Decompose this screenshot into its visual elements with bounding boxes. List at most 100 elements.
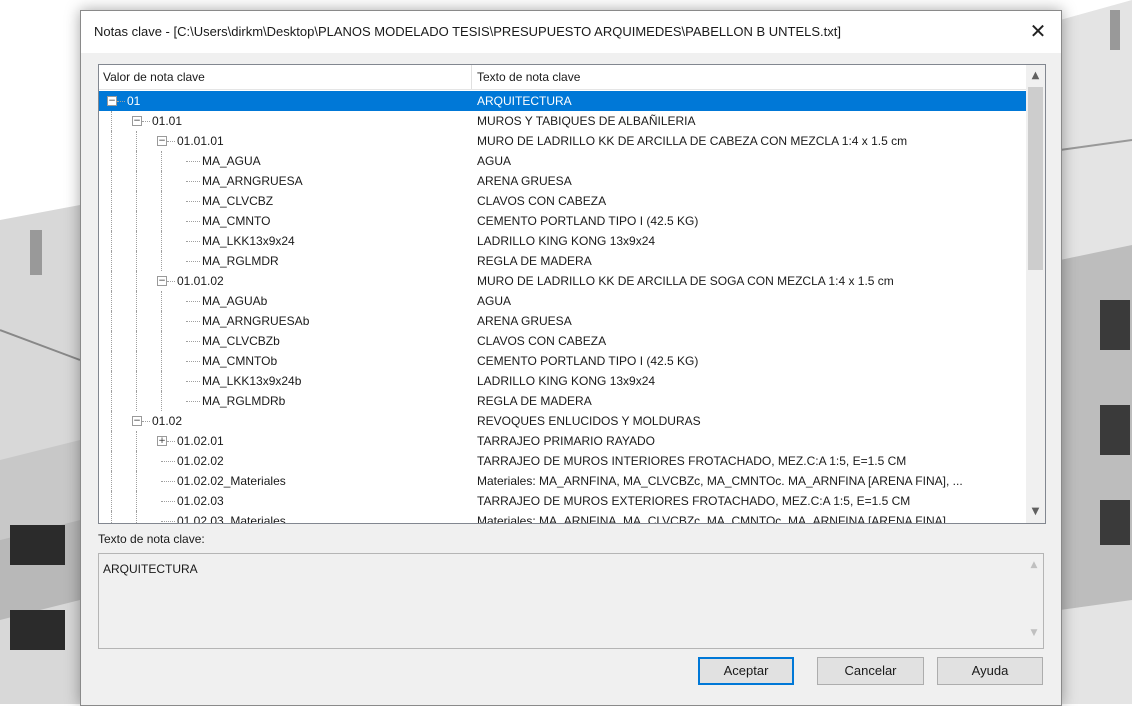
tree-connector bbox=[161, 501, 175, 502]
keynote-key: 01.02.02 bbox=[177, 454, 224, 468]
tree-guide-line bbox=[136, 211, 137, 231]
scrollbar-thumb[interactable] bbox=[1028, 87, 1043, 270]
tree-row[interactable]: −01.02 REVOQUES ENLUCIDOS Y MOLDURAS bbox=[99, 411, 1026, 431]
keynote-key: 01 bbox=[127, 94, 141, 108]
keynote-key: MA_LKK13x9x24 bbox=[202, 234, 295, 248]
tree-row[interactable]: −01.01.02 MURO DE LADRILLO KK DE ARCILLA … bbox=[99, 271, 1026, 291]
tree-row[interactable]: MA_AGUA AGUA bbox=[99, 151, 1026, 171]
tree-connector bbox=[186, 361, 200, 362]
keynote-text: MURO DE LADRILLO KK DE ARCILLA DE CABEZA… bbox=[477, 134, 908, 148]
collapse-icon[interactable]: − bbox=[157, 136, 167, 146]
tree-connector bbox=[161, 461, 175, 462]
tree-connector bbox=[167, 441, 175, 442]
tree-guide-line bbox=[136, 191, 137, 211]
tree-guide-line bbox=[161, 171, 162, 191]
tree-guide-line bbox=[161, 351, 162, 371]
tree-guide-line bbox=[111, 291, 112, 311]
tree-connector bbox=[186, 301, 200, 302]
keynote-text: AGUA bbox=[477, 294, 512, 308]
keynote-text: Materiales: MA_ARNFINA, MA_CLVCBZc, MA_C… bbox=[477, 514, 946, 524]
tree-row[interactable]: +01.02.01 TARRAJEO PRIMARIO RAYADO bbox=[99, 431, 1026, 451]
detail-label: Texto de nota clave: bbox=[98, 532, 205, 546]
tree-connector bbox=[186, 201, 200, 202]
tree-guide-line bbox=[111, 251, 112, 271]
tree-guide-line bbox=[136, 371, 137, 391]
tree-row[interactable]: MA_CMNTO CEMENTO PORTLAND TIPO I (42.5 KG… bbox=[99, 211, 1026, 231]
tree-guide-line bbox=[161, 231, 162, 251]
tree-guide-line bbox=[136, 131, 137, 151]
tree-row[interactable]: −01.01.01 MURO DE LADRILLO KK DE ARCILLA … bbox=[99, 131, 1026, 151]
tree-guide-line bbox=[111, 311, 112, 331]
vertical-scrollbar[interactable]: ▲ ▼ bbox=[1026, 65, 1045, 523]
tree-row[interactable]: 01.02.03 TARRAJEO DE MUROS EXTERIORES FRO… bbox=[99, 491, 1026, 511]
tree-row[interactable]: MA_RGLMDR REGLA DE MADERA bbox=[99, 251, 1026, 271]
keynote-key: 01.01 bbox=[152, 114, 183, 128]
tree-row[interactable]: 01.02.02 TARRAJEO DE MUROS INTERIORES FRO… bbox=[99, 451, 1026, 471]
tree-row[interactable]: MA_CLVCBZb CLAVOS CON CABEZA bbox=[99, 331, 1026, 351]
tree-connector bbox=[186, 401, 200, 402]
tree-row[interactable]: MA_CMNTOb CEMENTO PORTLAND TIPO I (42.5 K… bbox=[99, 351, 1026, 371]
column-header-key[interactable]: Valor de nota clave bbox=[103, 70, 205, 84]
tree-guide-line bbox=[111, 131, 112, 151]
tree-guide-line bbox=[111, 471, 112, 491]
collapse-icon[interactable]: − bbox=[132, 416, 142, 426]
tree-guide-line bbox=[111, 271, 112, 291]
help-button[interactable]: Ayuda bbox=[937, 657, 1043, 685]
tree-row[interactable]: −01.01 MUROS Y TABIQUES DE ALBAÑILERIA bbox=[99, 111, 1026, 131]
close-icon[interactable]: ✕ bbox=[1021, 17, 1055, 47]
tree-row[interactable]: MA_CLVCBZ CLAVOS CON CABEZA bbox=[99, 191, 1026, 211]
ok-button[interactable]: Aceptar bbox=[698, 657, 794, 685]
collapse-icon[interactable]: − bbox=[157, 276, 167, 286]
keynote-text: CLAVOS CON CABEZA bbox=[477, 194, 607, 208]
tree-guide-line bbox=[161, 391, 162, 411]
tree-guide-line bbox=[161, 291, 162, 311]
collapse-icon[interactable]: − bbox=[132, 116, 142, 126]
expand-icon[interactable]: + bbox=[157, 436, 167, 446]
tree-guide-line bbox=[136, 491, 137, 511]
keynote-text-value: ARQUITECTURA bbox=[103, 562, 198, 576]
tree-row[interactable]: MA_ARNGRUESA ARENA GRUESA bbox=[99, 171, 1026, 191]
tree-guide-line bbox=[161, 211, 162, 231]
tree-guide-line bbox=[161, 331, 162, 351]
tree-guide-line bbox=[111, 111, 112, 131]
tree-row[interactable]: 01.02.02_Materiales Materiales: MA_ARNFIN… bbox=[99, 471, 1026, 491]
tree-row[interactable]: MA_AGUAb AGUA bbox=[99, 291, 1026, 311]
keynote-text: Materiales: MA_ARNFINA, MA_CLVCBZc, MA_C… bbox=[477, 474, 963, 488]
tree-guide-line bbox=[136, 431, 137, 451]
cancel-button[interactable]: Cancelar bbox=[817, 657, 924, 685]
tree-guide-line bbox=[161, 371, 162, 391]
keynote-text: MUROS Y TABIQUES DE ALBAÑILERIA bbox=[477, 114, 696, 128]
scroll-up-icon[interactable]: ▲ bbox=[1026, 67, 1045, 85]
keynote-text: TARRAJEO DE MUROS EXTERIORES FROTACHADO,… bbox=[477, 494, 911, 508]
scroll-down-icon[interactable]: ▼ bbox=[1026, 503, 1045, 521]
tree-guide-line bbox=[161, 311, 162, 331]
tree-row[interactable]: 01.02.03_Materiales Materiales: MA_ARNFIN… bbox=[99, 511, 1026, 524]
keynote-text: ARENA GRUESA bbox=[477, 174, 572, 188]
tree-guide-line bbox=[136, 311, 137, 331]
keynote-text-field[interactable]: ARQUITECTURA ▲ ▼ bbox=[98, 553, 1044, 649]
column-header-text[interactable]: Texto de nota clave bbox=[477, 70, 580, 84]
keynote-key: MA_LKK13x9x24b bbox=[202, 374, 302, 388]
tree-row[interactable]: MA_ARNGRUESAb ARENA GRUESA bbox=[99, 311, 1026, 331]
tree-connector bbox=[186, 161, 200, 162]
tree-row[interactable]: MA_RGLMDRb REGLA DE MADERA bbox=[99, 391, 1026, 411]
dialog-titlebar[interactable]: Notas clave - [C:\Users\dirkm\Desktop\PL… bbox=[81, 11, 1061, 53]
tree-row[interactable]: −01 ARQUITECTURA bbox=[99, 91, 1026, 111]
tree-row[interactable]: MA_LKK13x9x24b LADRILLO KING KONG 13x9x24 bbox=[99, 371, 1026, 391]
tree-connector bbox=[161, 521, 175, 522]
keynote-key: 01.02 bbox=[152, 414, 183, 428]
keynote-key: MA_CMNTO bbox=[202, 214, 271, 228]
keynote-key: 01.02.03 bbox=[177, 494, 224, 508]
keynote-key: 01.01.02 bbox=[177, 274, 224, 288]
keynote-text: ARENA GRUESA bbox=[477, 314, 572, 328]
tree-guide-line bbox=[136, 331, 137, 351]
tree-connector bbox=[167, 141, 175, 142]
tree-connector bbox=[186, 181, 200, 182]
column-divider[interactable] bbox=[471, 65, 472, 89]
collapse-icon[interactable]: − bbox=[107, 96, 117, 106]
tree-guide-line bbox=[161, 151, 162, 171]
keynote-text: CLAVOS CON CABEZA bbox=[477, 334, 607, 348]
tree-connector bbox=[117, 101, 125, 102]
keynote-tree-grid[interactable]: Valor de nota clave Texto de nota clave … bbox=[98, 64, 1046, 524]
tree-row[interactable]: MA_LKK13x9x24 LADRILLO KING KONG 13x9x24 bbox=[99, 231, 1026, 251]
